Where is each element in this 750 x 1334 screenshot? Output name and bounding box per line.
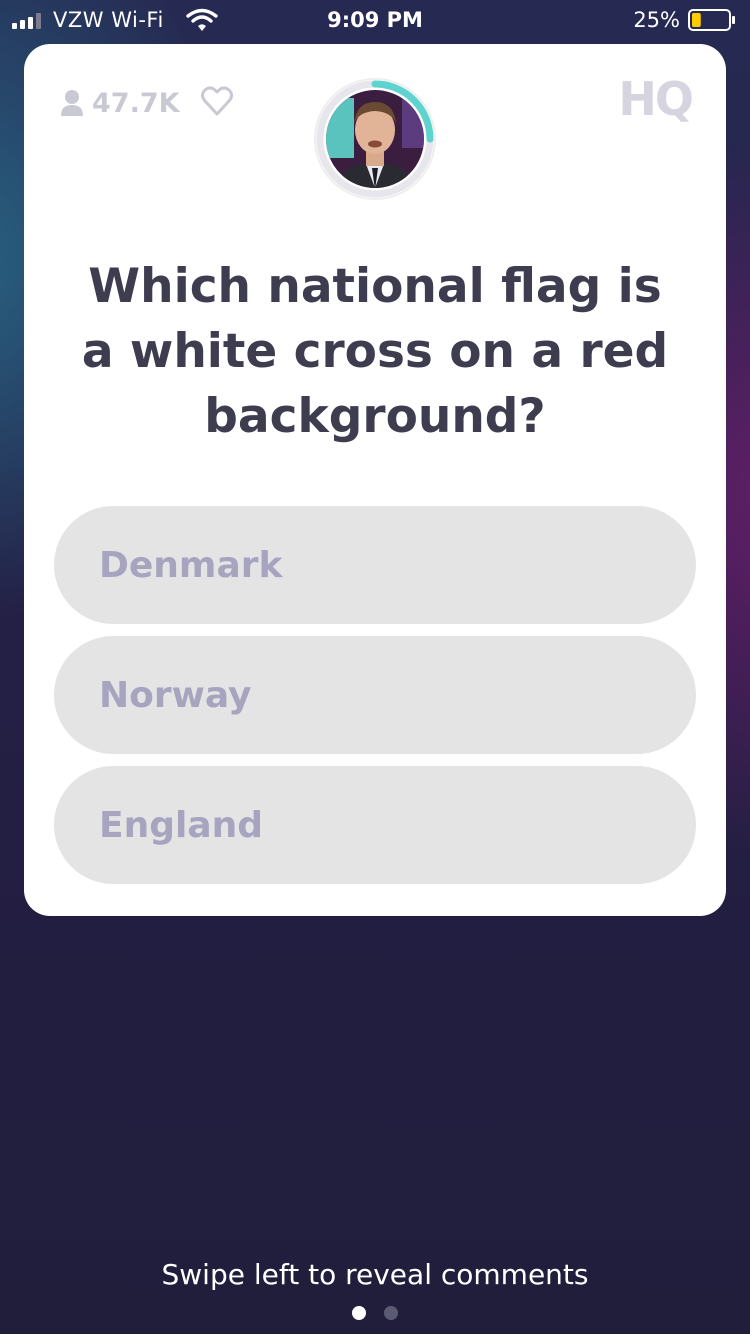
status-bar: VZW Wi-Fi 9:09 PM 25% [0,0,750,40]
battery-icon [688,9,735,31]
question-text: Which national flag is a white cross on … [81,259,669,444]
question-card: 47.7K HQ Which national flag is a white … [24,44,726,916]
swipe-hint-text: Swipe left to reveal comments [161,1258,589,1291]
battery-percentage: 25% [633,8,680,32]
hq-logo: HQ [618,72,694,126]
answer-option-3[interactable]: England [54,766,696,884]
page-indicator[interactable] [0,1306,750,1320]
page-dot-active[interactable] [352,1306,366,1320]
viewer-count-label: 47.7K [92,87,180,119]
viewer-count: 47.7K [60,86,180,120]
heart-icon[interactable] [200,84,234,118]
answer-option-2[interactable]: Norway [54,636,696,754]
page-dot-inactive[interactable] [384,1306,398,1320]
host-avatar [314,78,436,200]
person-icon [61,90,83,116]
answer-option-1[interactable]: Denmark [54,506,696,624]
